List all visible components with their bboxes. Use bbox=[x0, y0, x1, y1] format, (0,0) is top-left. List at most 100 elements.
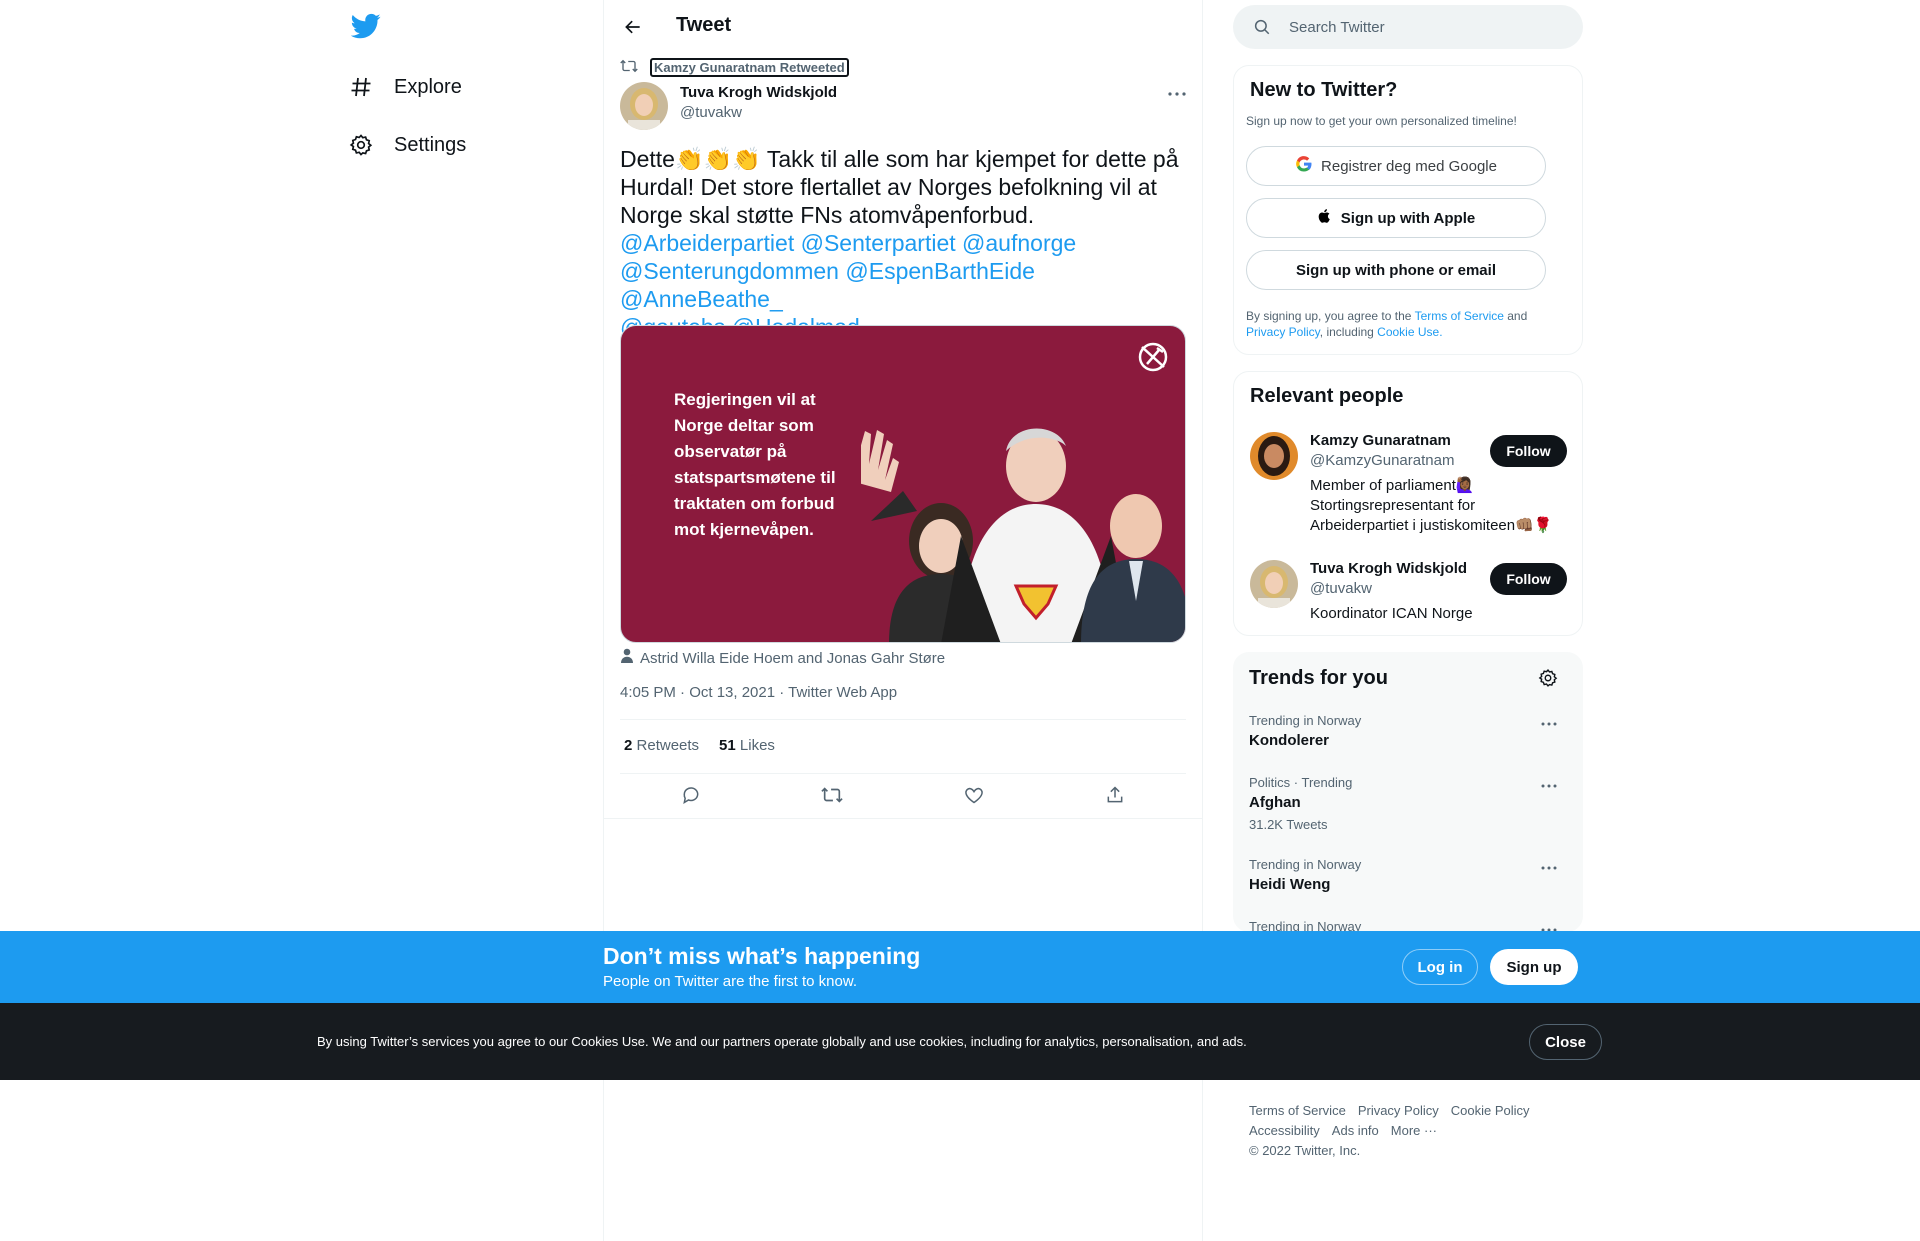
share-icon[interactable] bbox=[1104, 784, 1126, 806]
footer-link[interactable]: Ads info bbox=[1332, 1123, 1379, 1138]
legal-text: , including bbox=[1319, 325, 1378, 339]
retweeted-by-link[interactable]: Kamzy Gunaratnam Retweeted bbox=[650, 58, 849, 77]
reply-icon[interactable] bbox=[680, 784, 702, 806]
media-caption: Regjeringen vil at Norge deltar som obse… bbox=[674, 390, 836, 539]
footer-link[interactable]: Privacy Policy bbox=[1358, 1103, 1439, 1118]
likes-label: Likes bbox=[739, 737, 775, 754]
footer-link[interactable]: Accessibility bbox=[1249, 1123, 1320, 1138]
trend-meta: Trending in Norway bbox=[1249, 713, 1362, 728]
retweets-stat[interactable]: 2 Retweets bbox=[624, 737, 699, 754]
divider bbox=[620, 719, 1186, 720]
like-heart-icon[interactable] bbox=[963, 784, 985, 806]
follow-button[interactable]: Follow bbox=[1490, 435, 1567, 467]
politicians-photo bbox=[861, 428, 1185, 642]
person-icon bbox=[620, 648, 634, 668]
banner-subtitle: People on Twitter are the first to know. bbox=[603, 973, 858, 990]
legal-text: By signing up, you agree to the bbox=[1246, 309, 1415, 323]
footer-link[interactable]: Terms of Service bbox=[1249, 1103, 1346, 1118]
search-input[interactable]: Search Twitter bbox=[1289, 19, 1385, 36]
cookie-text: By using Twitter’s services you agree to… bbox=[317, 1034, 1247, 1049]
no-nukes-logo-icon bbox=[1135, 339, 1171, 380]
phone-email-signup-button[interactable]: Sign up with phone or email bbox=[1246, 250, 1546, 290]
login-button[interactable]: Log in bbox=[1402, 949, 1478, 985]
more-options-icon[interactable] bbox=[1167, 84, 1187, 104]
trend-meta: Politics · Trending bbox=[1249, 775, 1353, 790]
google-signup-label: Registrer deg med Google bbox=[1321, 157, 1497, 175]
mention-link[interactable]: @aufnorge bbox=[962, 230, 1076, 256]
more-options-icon[interactable] bbox=[1539, 716, 1559, 732]
tweet-text-prefix: Dette bbox=[620, 146, 675, 172]
mention-link[interactable]: @Senterpartiet bbox=[801, 230, 956, 256]
signup-legal-text: By signing up, you agree to the Terms of… bbox=[1246, 308, 1566, 340]
likes-count: 51 bbox=[719, 737, 736, 754]
author-avatar[interactable] bbox=[620, 82, 668, 130]
mention-link[interactable]: @AnneBeathe_ bbox=[620, 286, 783, 312]
search-box[interactable]: Search Twitter bbox=[1233, 5, 1583, 49]
person-handle[interactable]: @tuvakw bbox=[1310, 580, 1372, 597]
signup-button[interactable]: Sign up bbox=[1490, 949, 1578, 985]
follow-button[interactable]: Follow bbox=[1490, 563, 1567, 595]
trend-name: Kondolerer bbox=[1249, 732, 1330, 749]
relevant-people-card: Relevant people Kamzy Gunaratnam @KamzyG… bbox=[1233, 371, 1583, 636]
tagged-people[interactable]: Astrid Willa Eide Hoem and Jonas Gahr St… bbox=[620, 648, 945, 668]
trend-meta: Trending in Norway bbox=[1249, 857, 1362, 872]
trends-title: Trends for you bbox=[1249, 667, 1388, 689]
apple-signup-label: Sign up with Apple bbox=[1340, 209, 1476, 227]
legal-text: and bbox=[1503, 309, 1528, 323]
trends-card: Trends for you Trending in Norway Kondol… bbox=[1233, 652, 1583, 932]
avatar[interactable] bbox=[1250, 432, 1298, 480]
person-name[interactable]: Tuva Krogh Widskjold bbox=[1310, 560, 1467, 577]
mention-link[interactable]: @Arbeiderpartiet bbox=[620, 230, 794, 256]
google-icon bbox=[1295, 155, 1313, 177]
close-button[interactable]: Close bbox=[1529, 1024, 1602, 1060]
avatar[interactable] bbox=[1250, 560, 1298, 608]
divider bbox=[620, 773, 1186, 774]
retweet-context: Kamzy Gunaratnam Retweeted bbox=[620, 58, 849, 77]
nav-explore-label: Explore bbox=[394, 75, 462, 98]
tweet-header: Tweet bbox=[604, 0, 1202, 53]
cookie-consent-bar: By using Twitter’s services you agree to… bbox=[0, 1003, 1920, 1080]
retweets-count: 2 bbox=[624, 737, 633, 754]
retweet-icon[interactable] bbox=[821, 784, 843, 806]
signup-card: New to Twitter? Sign up now to get your … bbox=[1233, 65, 1583, 355]
terms-link[interactable]: Terms of Service bbox=[1415, 309, 1504, 323]
tagged-people-label: Astrid Willa Eide Hoem and Jonas Gahr St… bbox=[640, 649, 946, 667]
cookie-use-link[interactable]: Cookie Use. bbox=[1377, 325, 1442, 339]
more-options-icon[interactable] bbox=[1539, 860, 1559, 876]
footer-link[interactable]: Cookie Policy bbox=[1451, 1103, 1530, 1118]
nav-settings[interactable]: Settings bbox=[348, 121, 466, 169]
person-bio: Member of parliament🙋🏾‍♀️ Stortingsrepre… bbox=[1310, 477, 1553, 534]
footer-link[interactable]: More ··· bbox=[1391, 1123, 1437, 1138]
trends-settings-gear-icon[interactable] bbox=[1538, 668, 1558, 693]
page-title: Tweet bbox=[676, 14, 732, 36]
google-signup-button[interactable]: Registrer deg med Google bbox=[1246, 146, 1546, 186]
copyright: © 2022 Twitter, Inc. bbox=[1249, 1143, 1361, 1158]
hashtag-icon bbox=[348, 74, 374, 100]
author-name[interactable]: Tuva Krogh Widskjold bbox=[680, 84, 837, 101]
tweet-media-image[interactable]: Regjeringen vil at Norge deltar som obse… bbox=[620, 325, 1186, 643]
signup-banner: Don’t miss what’s happening People on Tw… bbox=[0, 931, 1920, 1003]
back-arrow-icon[interactable] bbox=[620, 14, 646, 40]
mention-link[interactable]: @Senterungdommen bbox=[620, 258, 839, 284]
apple-signup-button[interactable]: Sign up with Apple bbox=[1246, 198, 1546, 238]
mention-link[interactable]: @EspenBarthEide bbox=[845, 258, 1035, 284]
trend-name: Afghan bbox=[1249, 794, 1301, 811]
privacy-link[interactable]: Privacy Policy bbox=[1246, 325, 1320, 339]
divider bbox=[604, 818, 1202, 819]
likes-stat[interactable]: 51 Likes bbox=[719, 737, 775, 754]
tweet-timestamp[interactable]: 4:05 PM · Oct 13, 2021 · Twitter Web App bbox=[620, 684, 897, 701]
person-bio: Koordinator ICAN Norge bbox=[1310, 605, 1473, 622]
gear-icon bbox=[348, 132, 374, 158]
more-options-icon[interactable] bbox=[1539, 778, 1559, 794]
footer-links: Terms of Service Privacy Policy Cookie Pol… bbox=[1249, 1101, 1579, 1161]
nav-explore[interactable]: Explore bbox=[348, 63, 462, 111]
person-handle[interactable]: @KamzyGunaratnam bbox=[1310, 452, 1454, 469]
author-handle[interactable]: @tuvakw bbox=[680, 104, 742, 121]
twitter-bird-icon[interactable] bbox=[350, 11, 381, 41]
signup-subtitle: Sign up now to get your own personalized… bbox=[1246, 114, 1517, 128]
person-name[interactable]: Kamzy Gunaratnam bbox=[1310, 432, 1451, 449]
banner-title: Don’t miss what’s happening bbox=[603, 943, 921, 969]
trend-count: 31.2K Tweets bbox=[1249, 817, 1328, 832]
signup-title: New to Twitter? bbox=[1250, 79, 1398, 101]
relevant-people-title: Relevant people bbox=[1250, 385, 1404, 407]
